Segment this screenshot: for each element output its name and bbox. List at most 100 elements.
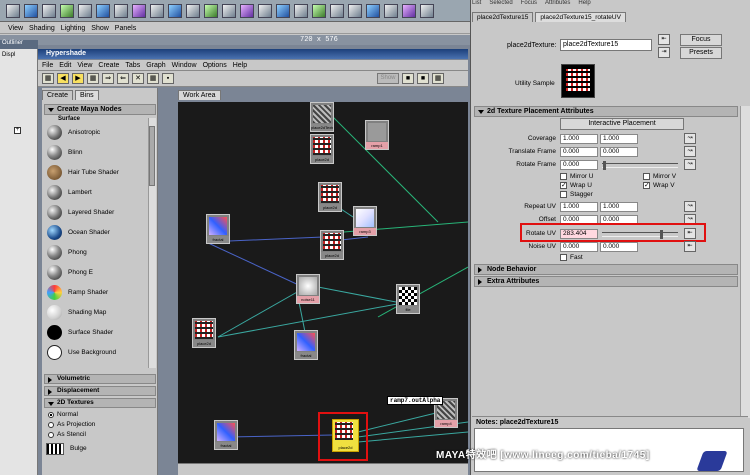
goto-input-icon[interactable]: ⇤ bbox=[658, 34, 670, 45]
create-maya-nodes-header[interactable]: Create Maya Nodes bbox=[44, 104, 156, 115]
outliner-display-menu[interactable]: Displ bbox=[2, 52, 15, 58]
menu-focus[interactable]: Focus bbox=[521, 0, 537, 6]
menu-show[interactable]: Show bbox=[91, 25, 109, 32]
both-tabs-icon[interactable]: ▦ bbox=[432, 73, 444, 84]
clear-graph-icon[interactable]: ✕ bbox=[132, 73, 144, 84]
menu-tabs[interactable]: Tabs bbox=[125, 62, 140, 69]
shelf-tool-icon[interactable] bbox=[366, 3, 380, 18]
show-top-tabs-icon[interactable]: ▪ bbox=[162, 73, 174, 84]
menu-shading[interactable]: Shading bbox=[29, 25, 55, 32]
menu-create[interactable]: Create bbox=[98, 62, 119, 69]
repeat-u-field[interactable]: 1.000 bbox=[560, 202, 598, 212]
shelf-tool-icon[interactable] bbox=[348, 3, 362, 18]
node-item-shading-map[interactable]: Shading Map bbox=[44, 302, 148, 322]
menu-help[interactable]: Help bbox=[578, 0, 590, 6]
tab-place2dtexture15-rotateuv[interactable]: place2dTexture15_rotateUV bbox=[535, 12, 626, 22]
expand-icon[interactable]: + bbox=[14, 127, 21, 134]
section-displacement[interactable]: Displacement bbox=[44, 386, 156, 396]
map-button-icon[interactable]: ↝ bbox=[684, 146, 696, 157]
shelf-tool-icon[interactable] bbox=[150, 3, 164, 18]
shelf-tool-icon[interactable] bbox=[276, 3, 290, 18]
focus-button[interactable]: Focus bbox=[680, 34, 722, 46]
top-tabs-only-icon[interactable]: ■ bbox=[402, 73, 414, 84]
coverage-u-field[interactable]: 1.000 bbox=[560, 134, 598, 144]
fast-checkbox[interactable]: Fast bbox=[560, 254, 583, 261]
node-item-ramp-shader[interactable]: Ramp Shader bbox=[44, 282, 148, 302]
menu-edit[interactable]: Edit bbox=[59, 62, 71, 69]
node-item-phong[interactable]: Phong bbox=[44, 242, 148, 262]
shelf-tool-icon[interactable] bbox=[420, 3, 434, 18]
noise-u-field[interactable]: 0.000 bbox=[560, 242, 598, 252]
rotate-frame-slider[interactable] bbox=[602, 163, 678, 168]
shelf-tool-icon[interactable] bbox=[330, 3, 344, 18]
section-node-behavior[interactable]: Node Behavior bbox=[474, 264, 738, 275]
work-area-scrollbar[interactable] bbox=[178, 463, 468, 475]
graph-node[interactable]: place2d bbox=[192, 318, 216, 348]
mirror-v-checkbox[interactable]: Mirror V bbox=[643, 173, 676, 180]
menu-window[interactable]: Window bbox=[172, 62, 197, 69]
menu-list[interactable]: List bbox=[472, 0, 481, 6]
shelf-tool-icon[interactable] bbox=[96, 3, 110, 18]
shelf-tool-icon[interactable] bbox=[312, 3, 326, 18]
shelf-tool-icon[interactable] bbox=[24, 3, 38, 18]
graph-node[interactable]: fractal bbox=[214, 420, 238, 450]
node-item-lambert[interactable]: Lambert bbox=[44, 182, 148, 202]
scrollbar-thumb[interactable] bbox=[149, 126, 155, 186]
connected-input-icon[interactable]: ⇤ bbox=[684, 241, 696, 252]
shelf-tool-icon[interactable] bbox=[222, 3, 236, 18]
graph-node[interactable]: fractal bbox=[206, 214, 230, 244]
graph-node[interactable]: place2d bbox=[320, 230, 344, 260]
rotate-frame-field[interactable]: 0.000 bbox=[560, 160, 598, 170]
menu-lighting[interactable]: Lighting bbox=[61, 25, 86, 32]
menu-panels[interactable]: Panels bbox=[115, 25, 136, 32]
node-item-surface-shader[interactable]: Surface Shader bbox=[44, 322, 148, 342]
node-name-field[interactable]: place2dTexture15 bbox=[560, 39, 652, 51]
section-extra-attributes[interactable]: Extra Attributes bbox=[474, 276, 738, 287]
graph-node[interactable]: place2d bbox=[318, 182, 342, 212]
interactive-placement-button[interactable]: Interactive Placement bbox=[560, 118, 684, 130]
shelf-tool-icon[interactable] bbox=[204, 3, 218, 18]
shelf-tool-icon[interactable] bbox=[42, 3, 56, 18]
shelf-tool-icon[interactable] bbox=[294, 3, 308, 18]
section-volumetric[interactable]: Volumetric bbox=[44, 374, 156, 384]
menu-options[interactable]: Options bbox=[203, 62, 227, 69]
shelf-tool-icon[interactable] bbox=[402, 3, 416, 18]
menu-graph[interactable]: Graph bbox=[146, 62, 165, 69]
graph-node[interactable]: noise11 bbox=[296, 274, 320, 304]
bulge-texture-icon[interactable] bbox=[46, 443, 64, 455]
graph-node[interactable]: place2dTexture bbox=[310, 102, 334, 132]
node-item-ocean-shader[interactable]: Ocean Shader bbox=[44, 222, 148, 242]
shelf-tool-icon[interactable] bbox=[6, 3, 20, 18]
arrow-left-icon[interactable]: ◀ bbox=[57, 73, 69, 84]
menu-view[interactable]: View bbox=[77, 62, 92, 69]
attribute-editor-scrollbar[interactable] bbox=[740, 106, 750, 418]
shelf-tool-icon[interactable] bbox=[258, 3, 272, 18]
graph-node[interactable]: fractal bbox=[294, 330, 318, 360]
menu-file[interactable]: File bbox=[42, 62, 53, 69]
map-button-icon[interactable]: ↝ bbox=[684, 201, 696, 212]
translate-frame-u-field[interactable]: 0.000 bbox=[560, 147, 598, 157]
tab-create[interactable]: Create bbox=[42, 90, 74, 100]
node-item-phong-e[interactable]: Phong E bbox=[44, 262, 148, 282]
presets-button[interactable]: Presets bbox=[680, 47, 722, 59]
shelf-tool-icon[interactable] bbox=[384, 3, 398, 18]
tab-bins[interactable]: Bins bbox=[75, 90, 99, 100]
menu-view[interactable]: View bbox=[8, 25, 23, 32]
shelf-tool-icon[interactable] bbox=[78, 3, 92, 18]
tab-work-area[interactable]: Work Area bbox=[178, 90, 221, 100]
graph-node[interactable]: ramp3 bbox=[353, 206, 377, 236]
shelf-tool-icon[interactable] bbox=[132, 3, 146, 18]
noise-v-field[interactable]: 0.000 bbox=[600, 242, 638, 252]
shelf-tool-icon[interactable] bbox=[114, 3, 128, 18]
show-button[interactable]: Show bbox=[377, 73, 399, 84]
translate-frame-v-field[interactable]: 0.000 bbox=[600, 147, 638, 157]
graph-layout-icon[interactable]: ▦ bbox=[87, 73, 99, 84]
graph-node[interactable]: file bbox=[396, 284, 420, 314]
coverage-v-field[interactable]: 1.000 bbox=[600, 134, 638, 144]
repeat-v-field[interactable]: 1.000 bbox=[600, 202, 638, 212]
map-button-icon[interactable]: ↝ bbox=[684, 133, 696, 144]
shelf-tool-icon[interactable] bbox=[186, 3, 200, 18]
mirror-u-checkbox[interactable]: Mirror U bbox=[560, 173, 593, 180]
wrap-u-checkbox[interactable]: ✓ Wrap U bbox=[560, 182, 592, 189]
rearrange-graph-icon[interactable]: ▦ bbox=[147, 73, 159, 84]
